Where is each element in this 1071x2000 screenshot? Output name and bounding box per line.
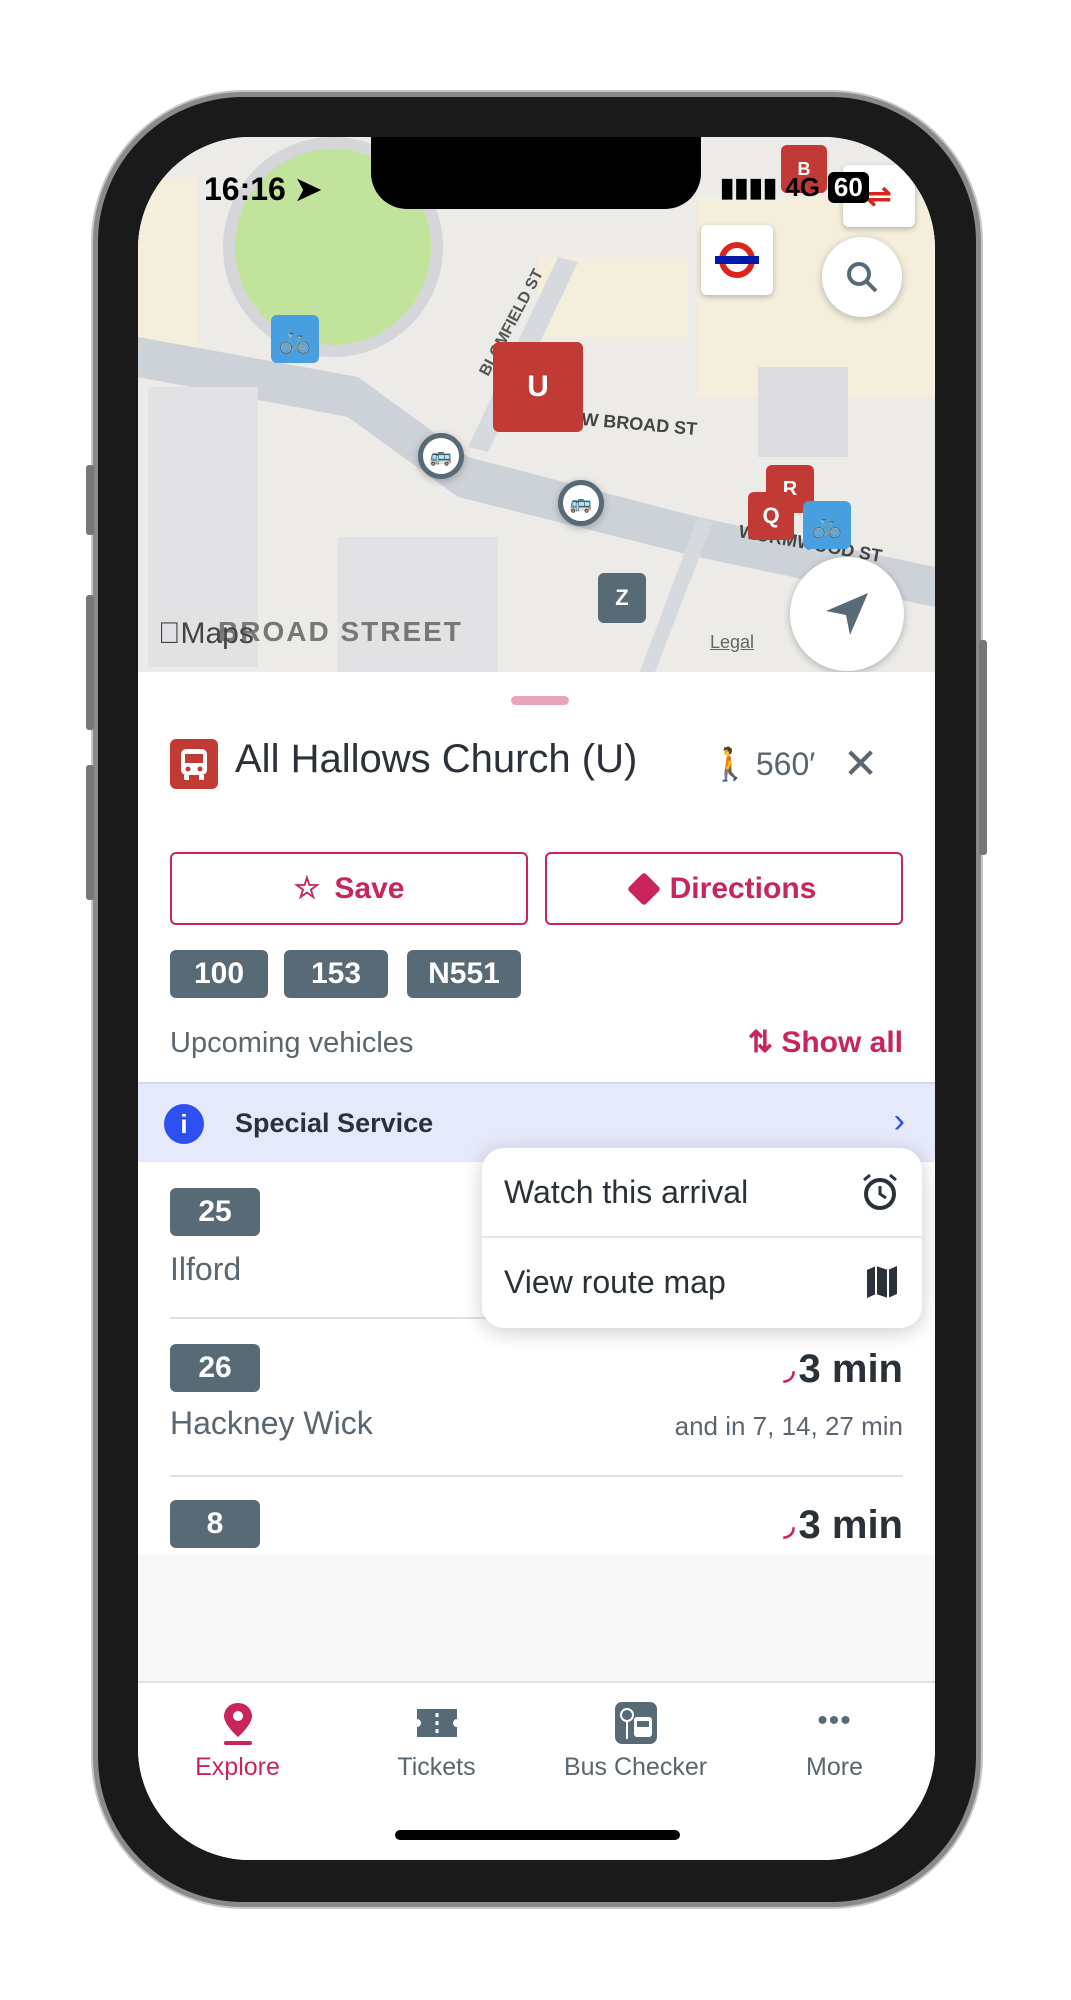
destination: Ilford (170, 1251, 242, 1287)
signal-icon: ▮▮▮▮ (720, 172, 778, 202)
walk-distance: 🚶 560′ (710, 745, 816, 783)
location-pin-icon (223, 1703, 252, 1745)
alarm-clock-icon (863, 1173, 897, 1210)
network-type: 4G (785, 172, 820, 202)
eta: ◞ 3 min (783, 1503, 903, 1547)
legal-link[interactable]: Legal (710, 632, 754, 653)
map-icon (867, 1266, 897, 1298)
notch (371, 137, 701, 209)
underground-roundel-icon[interactable] (701, 225, 773, 295)
tab-label: Bus Checker (563, 1753, 708, 1781)
street-label: BROAD STREET (218, 616, 463, 647)
save-button[interactable]: ☆ Save (170, 852, 528, 925)
locate-me-button[interactable] (790, 557, 904, 671)
location-services-icon: ➤ (294, 171, 322, 207)
star-icon: ☆ (293, 872, 321, 905)
stop-pin-u[interactable]: U (493, 342, 583, 432)
tab-bar: Explore Tickets Bus Checker ••• More (138, 1681, 935, 1811)
bus-stop-icon[interactable]: 🚌 (558, 480, 604, 526)
search-icon (847, 262, 878, 293)
drag-handle[interactable] (511, 696, 569, 705)
tab-tickets[interactable]: Tickets (337, 1701, 536, 1782)
bus-icon (170, 739, 218, 789)
context-menu: Watch this arrival View route map (482, 1148, 922, 1328)
stop-details-sheet: All Hallows Church (U) 🚶 560′ ✕ ☆ Save Dir… (138, 672, 935, 1860)
stop-pin-q[interactable]: Q (748, 492, 794, 540)
status-time: 16:16 ➤ (204, 171, 322, 207)
mute-switch (86, 465, 94, 535)
close-button[interactable]: ✕ (843, 739, 878, 788)
tab-bus-checker[interactable]: Bus Checker (536, 1701, 735, 1782)
chevron-right-icon: › (893, 1102, 905, 1140)
tab-explore[interactable]: Explore (138, 1701, 337, 1782)
more-dots-icon: ••• (817, 1704, 852, 1737)
menu-item-view-route-map[interactable]: View route map (482, 1238, 922, 1326)
eta: ◞ 3 min (783, 1347, 903, 1391)
close-icon: ✕ (843, 740, 879, 787)
live-signal-icon: ◞ (783, 1510, 795, 1541)
directions-icon (626, 871, 661, 906)
bus-checker-icon (614, 1702, 657, 1744)
divider (170, 1475, 903, 1477)
menu-item-watch-arrival[interactable]: Watch this arrival (482, 1148, 922, 1236)
route-chip[interactable]: N551 (407, 950, 521, 998)
live-signal-icon: ◞ (783, 1354, 795, 1385)
battery-level: 60 (827, 172, 869, 203)
apple-logo-icon:  (158, 617, 181, 651)
status-indicators: ▮▮▮▮ 4G 60 (720, 172, 869, 203)
stop-title: All Hallows Church (U) (235, 737, 638, 781)
show-all-button[interactable]: ⇅ Show all (748, 1025, 903, 1060)
tab-label: More (806, 1753, 863, 1781)
ticket-icon (416, 1709, 457, 1737)
upcoming-label: Upcoming vehicles (170, 1027, 414, 1059)
volume-down-button (86, 765, 94, 900)
directions-button[interactable]: Directions (545, 852, 903, 925)
apple-maps-logo: Maps (158, 617, 254, 651)
screen: BLOMFIELD ST W BROAD ST WORMWOOD ST BROA… (138, 137, 935, 1860)
route-chip: 25 (170, 1188, 260, 1236)
route-chip: 26 (170, 1344, 260, 1392)
bike-dock-icon[interactable]: 🚲 (271, 315, 319, 363)
list-fade (138, 1555, 935, 1681)
sort-icon: ⇅ (747, 1026, 773, 1059)
info-icon: i (164, 1104, 204, 1144)
bus-stop-icon[interactable]: 🚌 (418, 433, 464, 479)
home-indicator[interactable] (395, 1830, 680, 1840)
route-chip: 8 (170, 1500, 260, 1548)
power-button (979, 640, 987, 855)
location-arrow-icon (826, 593, 868, 635)
tab-label: Explore (195, 1753, 280, 1781)
stop-pin-z[interactable]: Z (598, 573, 646, 623)
volume-up-button (86, 595, 94, 730)
walking-icon: 🚶 (710, 746, 750, 782)
next-arrivals: and in 7, 14, 27 min (674, 1411, 903, 1441)
bike-dock-icon[interactable]: 🚲 (803, 501, 851, 549)
map[interactable]: BLOMFIELD ST W BROAD ST WORMWOOD ST BROA… (138, 137, 935, 677)
tab-more[interactable]: ••• More (735, 1701, 934, 1782)
banner-text: Special Service (235, 1108, 434, 1138)
maps-attribution: Maps (158, 617, 254, 650)
route-chip[interactable]: 153 (284, 950, 388, 998)
destination: Hackney Wick (170, 1405, 373, 1441)
tab-label: Tickets (397, 1753, 476, 1781)
search-button[interactable] (822, 237, 902, 317)
route-chip[interactable]: 100 (170, 950, 268, 998)
